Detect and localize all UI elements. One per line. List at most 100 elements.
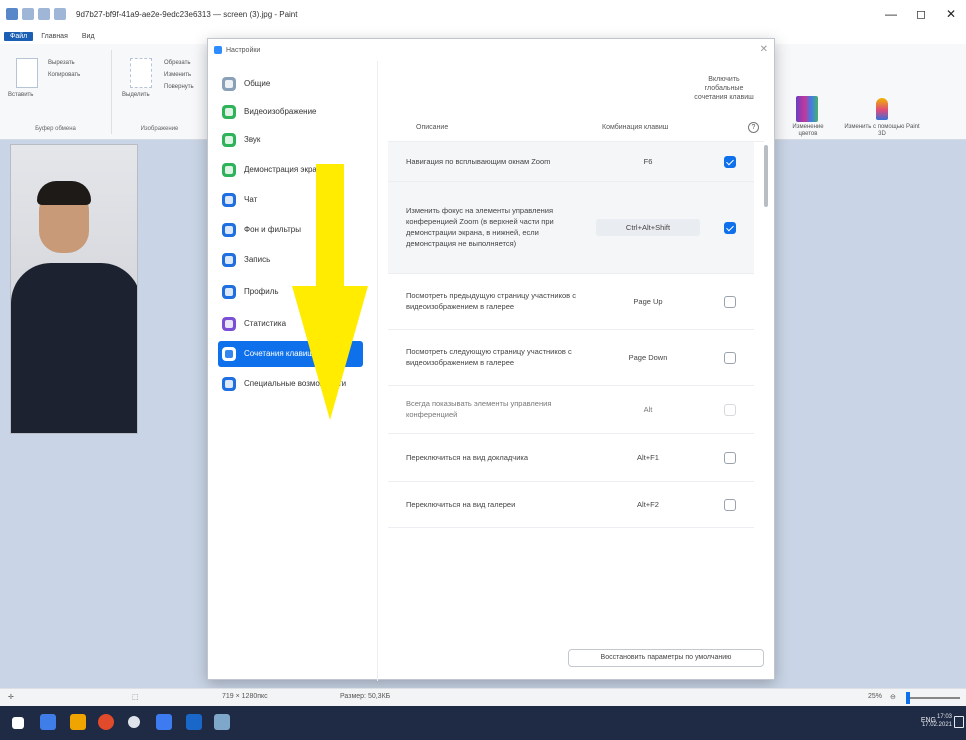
clipboard-group: Вставить Вырезать Копировать Буфер обмен…	[0, 50, 112, 134]
zoom-slider-thumb[interactable]	[906, 692, 910, 704]
scrollbar-thumb[interactable]	[764, 145, 768, 207]
edit-colors-icon[interactable]	[796, 96, 818, 122]
shortcut-key[interactable]: Page Up	[588, 297, 708, 306]
select-button[interactable]: Выделить	[122, 92, 150, 98]
global-shortcut-checkbox[interactable]	[724, 452, 736, 464]
shortcut-row[interactable]: Всегда показывать элементы управления ко…	[388, 386, 754, 434]
paint-app-icon	[6, 8, 18, 20]
shortcut-row[interactable]: Навигация по всплывающим окнам Zoom F6	[388, 142, 754, 182]
tab-view[interactable]: Вид	[76, 32, 101, 41]
shortcut-column-header: Комбинация клавиш	[602, 124, 669, 131]
zoom-out-icon[interactable]: ⊖	[890, 693, 896, 701]
minimize-icon[interactable]: —	[876, 0, 906, 28]
zoom-app-icon[interactable]	[156, 714, 172, 730]
window-controls: — ◻ ✕	[876, 0, 966, 28]
window-title: 9d7b27-bf9f-41a9-ae2e-9edc23e6313 — scre…	[76, 9, 298, 19]
global-shortcut-checkbox[interactable]	[724, 499, 736, 511]
file-size: Размер: 50,3КБ	[340, 693, 391, 700]
paint-taskbar-icon[interactable]	[214, 714, 230, 730]
sidebar-item-icon	[222, 317, 236, 331]
sidebar-item-icon	[222, 133, 236, 147]
sidebar-item-icon	[222, 285, 236, 299]
paint3d-button[interactable]: Изменить с помощью Paint 3D	[840, 124, 924, 138]
selection-icon: ⬚	[132, 694, 139, 701]
shortcuts-list[interactable]: Навигация по всплывающим окнам Zoom F6 Изм…	[388, 141, 764, 593]
person-photo	[10, 144, 138, 434]
shortcut-row[interactable]: Переключиться на вид галереи Alt+F2	[388, 482, 754, 528]
settings-gear-icon[interactable]	[128, 716, 140, 728]
sidebar-item-label: Звук	[244, 135, 261, 145]
windows-taskbar: ENG 17:03 17.02.2021	[0, 706, 966, 740]
global-shortcut-checkbox[interactable]	[724, 296, 736, 308]
photo-hair	[37, 181, 91, 205]
shortcut-key[interactable]: Page Down	[588, 353, 708, 362]
shortcuts-scrollbar[interactable]	[764, 143, 768, 591]
paint3d-icon[interactable]	[876, 98, 888, 120]
image-group-label: Изображение	[140, 126, 179, 132]
arrow-shape	[292, 164, 368, 420]
sidebar-item-icon	[222, 163, 236, 177]
zoom-icon	[214, 46, 222, 54]
shortcut-description: Изменить фокус на элементы управления ко…	[406, 206, 554, 248]
crop-button[interactable]: Обрезать	[164, 60, 190, 66]
dialog-title-bar: Настройки ✕	[208, 39, 776, 61]
notifications-icon[interactable]	[954, 716, 964, 728]
shortcut-key[interactable]: Alt+F1	[588, 453, 708, 462]
shortcut-description: Посмотреть предыдущую страницу участнико…	[406, 291, 576, 311]
global-column-header: Включить глобальные сочетания клавиш	[694, 76, 754, 102]
shortcut-row[interactable]: Посмотреть предыдущую страницу участнико…	[388, 274, 754, 330]
tab-home[interactable]: Главная	[35, 32, 74, 41]
shortcut-key[interactable]: Ctrl+Alt+Shift	[596, 219, 700, 236]
shortcut-key[interactable]: Alt	[588, 405, 708, 414]
edit-colors-button[interactable]: Изменение цветов	[788, 124, 828, 138]
image-group: Выделить Обрезать Изменить Повернуть Изо…	[112, 50, 208, 134]
zoom-slider[interactable]	[906, 697, 960, 699]
shortcut-row[interactable]: Переключиться на вид докладчика Alt+F1	[388, 434, 754, 482]
save-icon[interactable]	[22, 8, 34, 20]
maximize-icon[interactable]: ◻	[906, 0, 936, 28]
global-shortcut-checkbox[interactable]	[724, 156, 736, 168]
sidebar-item-label: Общие	[244, 79, 271, 89]
help-icon[interactable]: ?	[748, 122, 759, 133]
global-shortcut-checkbox[interactable]	[724, 352, 736, 364]
paste-button[interactable]: Вставить	[8, 92, 33, 98]
paste-icon[interactable]	[16, 58, 38, 88]
global-shortcut-checkbox[interactable]	[724, 222, 736, 234]
sidebar-item-icon	[222, 377, 236, 391]
sidebar-item[interactable]: Звук	[218, 127, 363, 153]
file-explorer-icon[interactable]	[70, 714, 86, 730]
redo-icon[interactable]	[54, 8, 66, 20]
clock-date: 17.02.2021	[921, 722, 952, 729]
sidebar-item-label: Запись	[244, 255, 271, 265]
shortcut-row[interactable]: Посмотреть следующую страницу участников…	[388, 330, 754, 386]
sidebar-item-icon	[222, 105, 236, 119]
sidebar-item-label: Статистика	[244, 319, 287, 329]
undo-icon[interactable]	[38, 8, 50, 20]
cut-button[interactable]: Вырезать	[48, 60, 75, 66]
sidebar-item[interactable]: Общие	[218, 71, 363, 97]
start-icon[interactable]	[12, 717, 24, 729]
restore-defaults-button[interactable]: Восстановить параметры по умолчанию	[568, 649, 764, 667]
clock-time: 17:03	[936, 714, 952, 720]
select-icon[interactable]	[130, 58, 152, 88]
shortcut-row[interactable]: Изменить фокус на элементы управления ко…	[388, 182, 754, 274]
shortcut-key[interactable]: Alt+F2	[588, 500, 708, 509]
dialog-title: Настройки	[226, 46, 261, 54]
sidebar-item[interactable]: Видеоизображение	[218, 99, 363, 125]
shortcut-description: Навигация по всплывающим окнам Zoom	[406, 156, 551, 166]
resize-button[interactable]: Изменить	[164, 72, 191, 78]
taskbar-clock[interactable]: 17:03 17.02.2021	[922, 713, 952, 730]
shortcuts-table-header: Описание Комбинация клавиш Включить глоб…	[392, 65, 764, 137]
task-view-icon[interactable]	[40, 714, 56, 730]
dialog-close-icon[interactable]: ✕	[760, 44, 768, 55]
rotate-button[interactable]: Повернуть	[164, 84, 194, 90]
shortcut-key[interactable]: F6	[588, 157, 708, 166]
sidebar-item-label: Чат	[244, 195, 258, 205]
tab-file[interactable]: Файл	[4, 31, 34, 41]
down-arrow-annotation	[292, 164, 368, 420]
sidebar-item-icon	[222, 223, 236, 237]
copy-button[interactable]: Копировать	[48, 72, 80, 78]
store-icon[interactable]	[186, 714, 202, 730]
chrome-icon[interactable]	[98, 714, 114, 730]
close-icon[interactable]: ✕	[936, 0, 966, 28]
